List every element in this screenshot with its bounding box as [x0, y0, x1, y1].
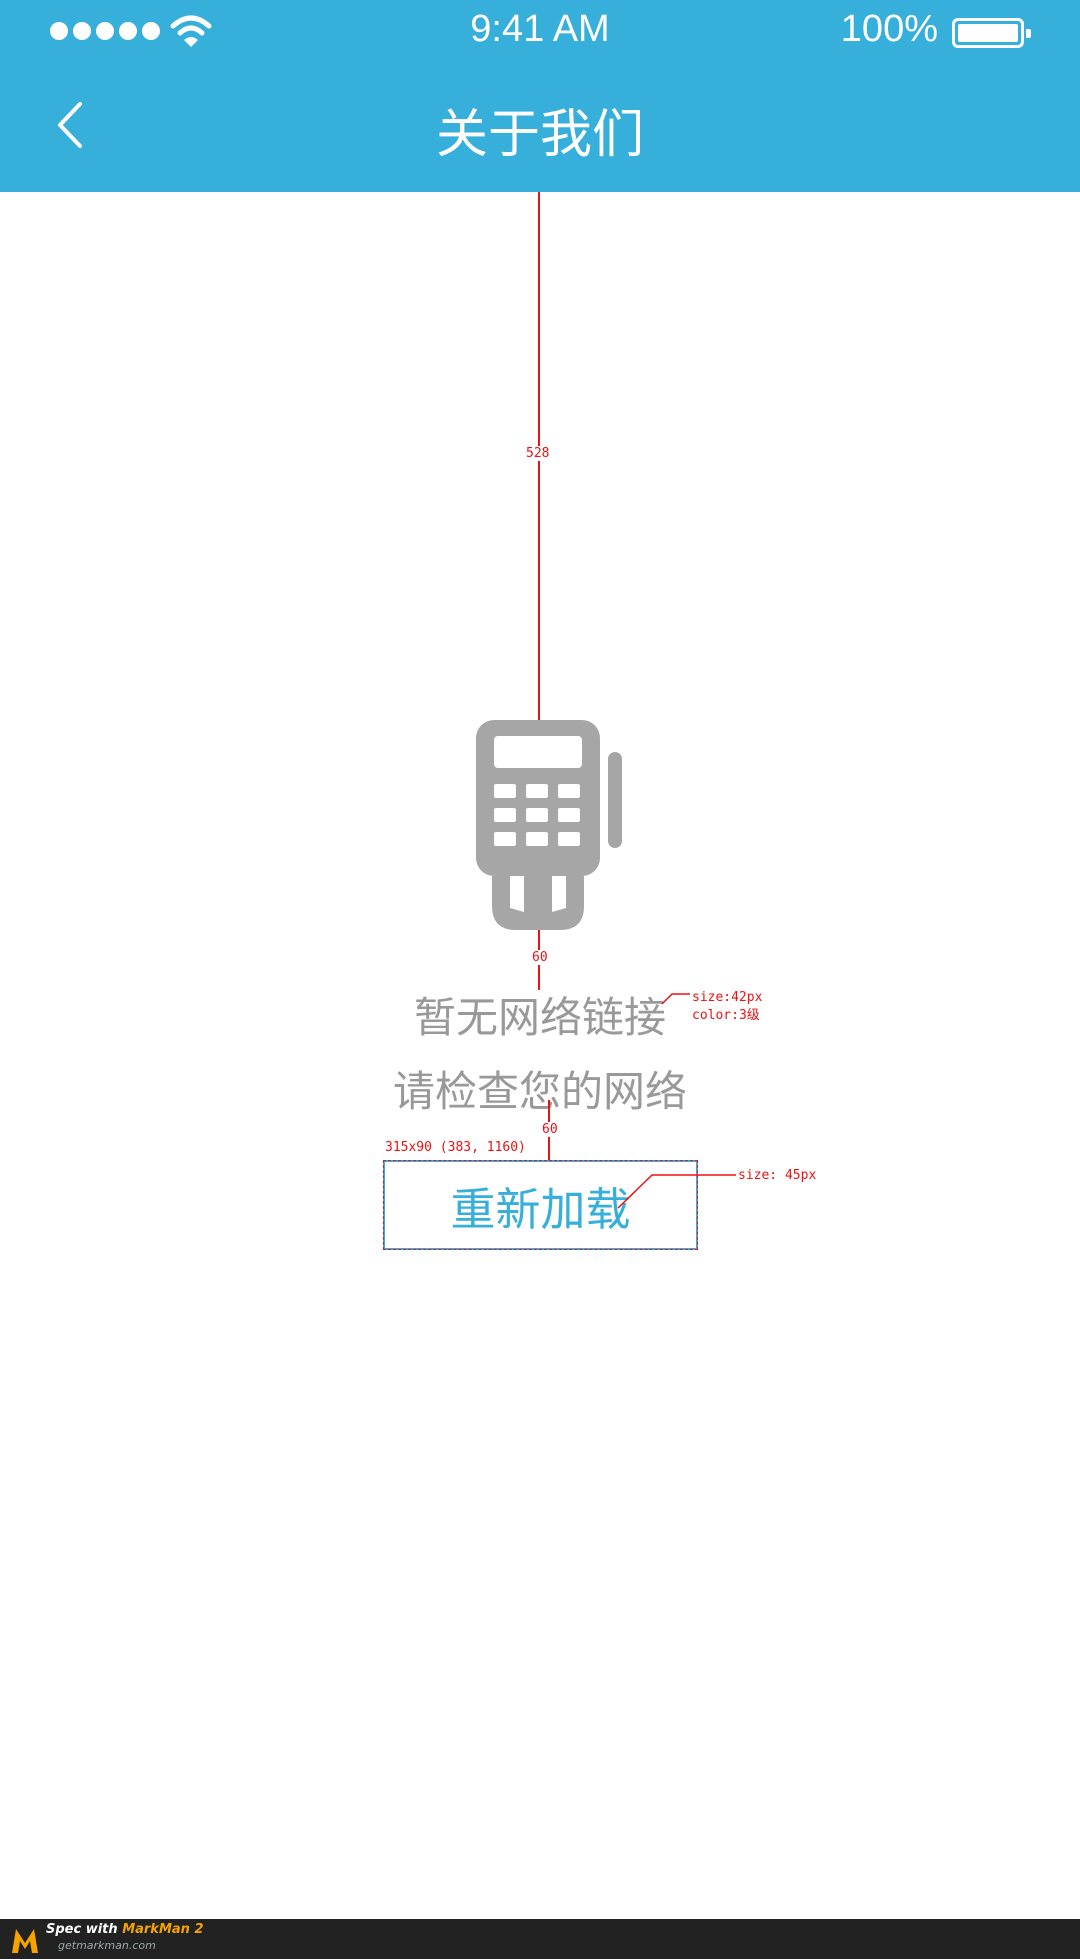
battery-icon — [952, 18, 1031, 48]
status-bar: 9:41 AM 100% — [0, 0, 1080, 64]
spec-note-button-size: size: 45px — [738, 1168, 817, 1183]
footer-site: getmarkman.com — [58, 1939, 156, 1952]
spec-label-button-gap: 60 — [542, 1122, 558, 1137]
spec-label-top-gap: 528 — [526, 446, 550, 461]
battery-percentage: 100% — [840, 8, 938, 50]
spec-button-dimensions: 315x90 (383, 1160) — [385, 1140, 526, 1155]
page-title: 关于我们 — [435, 105, 644, 165]
spec-note-text-color: color:3级 — [692, 1008, 760, 1023]
pos-terminal-icon — [476, 720, 622, 930]
spec-label-icon-gap: 60 — [532, 950, 548, 965]
markman-footer: Spec with MarkMan 2 getmarkman.com — [0, 1919, 1080, 1959]
empty-state-title: 暂无网络链接 — [413, 993, 666, 1042]
markman-logo-icon — [12, 1929, 38, 1953]
footer-tagline: Spec with MarkMan 2 — [46, 1922, 204, 1937]
empty-state-subtitle: 请检查您的网络 — [392, 1067, 687, 1116]
spec-pointer-line — [617, 1174, 736, 1209]
navigation-header: 9:41 AM 100% 关于我们 — [0, 0, 1080, 192]
spec-note-text-size: size:42px — [692, 990, 763, 1005]
spec-pointer-line — [661, 993, 690, 1005]
